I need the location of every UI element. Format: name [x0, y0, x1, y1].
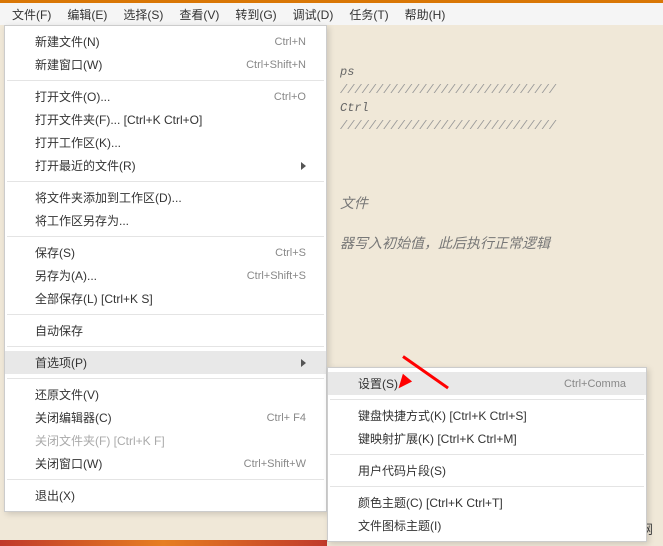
- preferences-submenu: 设置(S) Ctrl+Comma 键盘快捷方式(K) [Ctrl+K Ctrl+…: [327, 367, 647, 542]
- menu-close-editor[interactable]: 关闭编辑器(C) Ctrl+ F4: [5, 406, 326, 429]
- submenu-user-snippets[interactable]: 用户代码片段(S): [328, 459, 646, 482]
- bg-text: ps: [340, 65, 643, 79]
- menu-item-label: 键映射扩展(K) [Ctrl+K Ctrl+M]: [358, 430, 517, 447]
- shortcut-text: Ctrl+N: [275, 36, 306, 48]
- menu-item-label: 键盘快捷方式(K) [Ctrl+K Ctrl+S]: [358, 407, 527, 424]
- menu-tasks[interactable]: 任务(T): [341, 4, 396, 25]
- menu-save-workspace-as[interactable]: 将工作区另存为...: [5, 209, 326, 232]
- menu-select[interactable]: 选择(S): [115, 4, 171, 25]
- menu-separator: [7, 479, 324, 480]
- menu-item-label: 颜色主题(C) [Ctrl+K Ctrl+T]: [358, 494, 503, 511]
- menu-goto[interactable]: 转到(G): [227, 4, 284, 25]
- menu-item-label: 将工作区另存为...: [35, 212, 129, 229]
- submenu-keymap-extensions[interactable]: 键映射扩展(K) [Ctrl+K Ctrl+M]: [328, 427, 646, 450]
- menu-item-label: 打开最近的文件(R): [35, 157, 136, 174]
- submenu-keyboard-shortcuts[interactable]: 键盘快捷方式(K) [Ctrl+K Ctrl+S]: [328, 404, 646, 427]
- menu-save-all[interactable]: 全部保存(L) [Ctrl+K S]: [5, 287, 326, 310]
- menu-item-label: 全部保存(L) [Ctrl+K S]: [35, 290, 153, 307]
- shortcut-text: Ctrl+Shift+S: [247, 270, 306, 282]
- bg-text: 器写入初始值，此后执行正常逻辑: [340, 233, 643, 253]
- menu-item-label: 设置(S): [358, 375, 398, 392]
- menu-exit[interactable]: 退出(X): [5, 484, 326, 507]
- menu-separator: [7, 314, 324, 315]
- menu-item-label: 关闭窗口(W): [35, 455, 102, 472]
- menu-auto-save[interactable]: 自动保存: [5, 319, 326, 342]
- menu-open-recent[interactable]: 打开最近的文件(R): [5, 154, 326, 177]
- annotation-arrow-icon: [395, 340, 455, 380]
- menu-item-label: 另存为(A)...: [35, 267, 97, 284]
- menu-debug[interactable]: 调试(D): [285, 4, 342, 25]
- menu-item-label: 文件图标主题(I): [358, 517, 441, 534]
- menubar: 文件(F) 编辑(E) 选择(S) 查看(V) 转到(G) 调试(D) 任务(T…: [0, 0, 663, 25]
- menu-separator: [330, 454, 644, 455]
- menu-item-label: 打开文件(O)...: [35, 88, 110, 105]
- menu-new-window[interactable]: 新建窗口(W) Ctrl+Shift+N: [5, 53, 326, 76]
- shortcut-text: Ctrl+Comma: [564, 378, 626, 390]
- menu-item-label: 还原文件(V): [35, 386, 99, 403]
- menu-item-label: 关闭文件夹(F) [Ctrl+K F]: [35, 432, 165, 449]
- submenu-settings[interactable]: 设置(S) Ctrl+Comma: [328, 372, 646, 395]
- bg-comment: //////////////////////////////: [340, 83, 643, 97]
- submenu-color-theme[interactable]: 颜色主题(C) [Ctrl+K Ctrl+T]: [328, 491, 646, 514]
- menu-close-window[interactable]: 关闭窗口(W) Ctrl+Shift+W: [5, 452, 326, 475]
- bg-comment: //////////////////////////////: [340, 119, 643, 133]
- menu-separator: [7, 378, 324, 379]
- menu-view[interactable]: 查看(V): [171, 4, 227, 25]
- decorative-strip: [0, 540, 327, 546]
- menu-separator: [7, 80, 324, 81]
- menu-item-label: 新建文件(N): [35, 33, 100, 50]
- menu-close-folder: 关闭文件夹(F) [Ctrl+K F]: [5, 429, 326, 452]
- bg-text: Ctrl: [340, 101, 643, 115]
- menu-item-label: 关闭编辑器(C): [35, 409, 112, 426]
- menu-open-file[interactable]: 打开文件(O)... Ctrl+O: [5, 85, 326, 108]
- menu-save-as[interactable]: 另存为(A)... Ctrl+Shift+S: [5, 264, 326, 287]
- menu-item-label: 自动保存: [35, 322, 83, 339]
- menu-item-label: 将文件夹添加到工作区(D)...: [35, 189, 182, 206]
- menu-item-label: 新建窗口(W): [35, 56, 102, 73]
- file-menu-dropdown: 新建文件(N) Ctrl+N 新建窗口(W) Ctrl+Shift+N 打开文件…: [4, 25, 327, 512]
- bg-text: 文件: [340, 193, 643, 213]
- menu-add-folder[interactable]: 将文件夹添加到工作区(D)...: [5, 186, 326, 209]
- menu-preferences[interactable]: 首选项(P): [5, 351, 326, 374]
- chevron-right-icon: [301, 359, 306, 367]
- menu-separator: [7, 346, 324, 347]
- menu-open-workspace[interactable]: 打开工作区(K)...: [5, 131, 326, 154]
- submenu-file-icon-theme[interactable]: 文件图标主题(I): [328, 514, 646, 537]
- menu-item-label: 用户代码片段(S): [358, 462, 446, 479]
- menu-new-file[interactable]: 新建文件(N) Ctrl+N: [5, 30, 326, 53]
- menu-item-label: 首选项(P): [35, 354, 87, 371]
- menu-edit[interactable]: 编辑(E): [59, 4, 115, 25]
- shortcut-text: Ctrl+Shift+W: [244, 458, 306, 470]
- menu-help[interactable]: 帮助(H): [397, 4, 454, 25]
- menu-separator: [7, 181, 324, 182]
- menu-item-label: 打开工作区(K)...: [35, 134, 121, 151]
- chevron-right-icon: [301, 162, 306, 170]
- menu-item-label: 退出(X): [35, 487, 75, 504]
- shortcut-text: Ctrl+S: [275, 247, 306, 259]
- menu-separator: [7, 236, 324, 237]
- menu-revert[interactable]: 还原文件(V): [5, 383, 326, 406]
- shortcut-text: Ctrl+ F4: [267, 412, 306, 424]
- menu-save[interactable]: 保存(S) Ctrl+S: [5, 241, 326, 264]
- menu-item-label: 打开文件夹(F)... [Ctrl+K Ctrl+O]: [35, 111, 202, 128]
- shortcut-text: Ctrl+O: [274, 91, 306, 103]
- menu-file[interactable]: 文件(F): [4, 4, 59, 25]
- menu-item-label: 保存(S): [35, 244, 75, 261]
- shortcut-text: Ctrl+Shift+N: [246, 59, 306, 71]
- menu-separator: [330, 486, 644, 487]
- menu-open-folder[interactable]: 打开文件夹(F)... [Ctrl+K Ctrl+O]: [5, 108, 326, 131]
- menu-separator: [330, 399, 644, 400]
